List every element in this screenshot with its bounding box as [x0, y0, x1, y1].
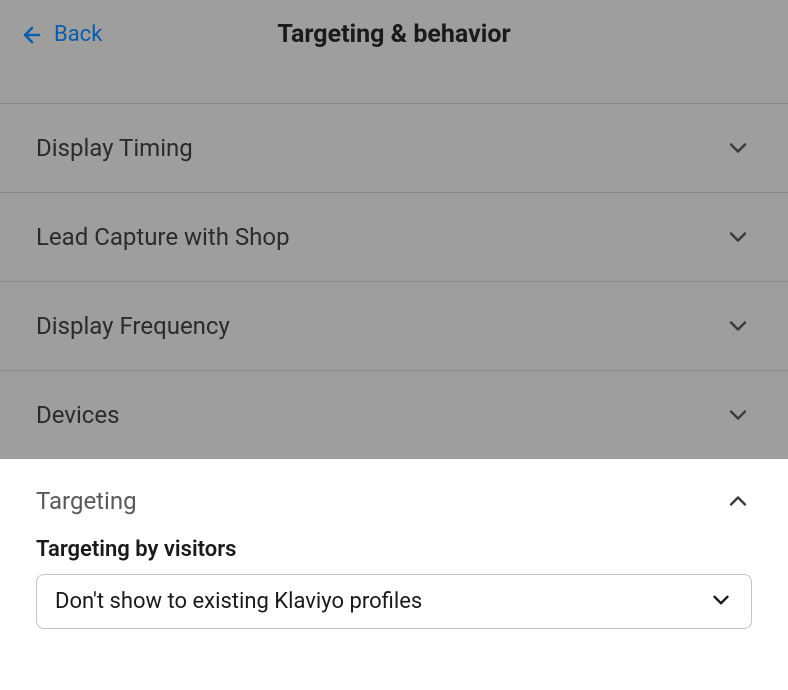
accordion-item-devices[interactable]: Devices: [0, 370, 788, 459]
field-label-targeting-visitors: Targeting by visitors: [36, 537, 752, 562]
accordion-label: Devices: [36, 401, 119, 429]
accordion-label: Lead Capture with Shop: [36, 223, 290, 251]
page-header: Back Targeting & behavior: [0, 0, 788, 103]
accordion-item-targeting[interactable]: Targeting: [0, 459, 788, 537]
back-button[interactable]: Back: [20, 22, 102, 47]
chevron-down-icon: [724, 134, 752, 162]
accordion-item-lead-capture[interactable]: Lead Capture with Shop: [0, 192, 788, 281]
dimmed-overlay-region: Back Targeting & behavior Display Timing…: [0, 0, 788, 459]
accordion-label: Targeting: [36, 487, 137, 515]
targeting-visitors-select[interactable]: Don't show to existing Klaviyo profiles: [36, 574, 752, 629]
targeting-content: Targeting by visitors Don't show to exis…: [0, 537, 788, 669]
select-value: Don't show to existing Klaviyo profiles: [55, 589, 422, 614]
page-title: Targeting & behavior: [277, 20, 510, 49]
arrow-left-icon: [20, 23, 44, 47]
chevron-down-icon: [724, 312, 752, 340]
chevron-down-icon: [724, 223, 752, 251]
accordion-item-display-timing[interactable]: Display Timing: [0, 103, 788, 192]
accordion-item-display-frequency[interactable]: Display Frequency: [0, 281, 788, 370]
active-section: Targeting Targeting by visitors Don't sh…: [0, 459, 788, 669]
accordion-label: Display Frequency: [36, 312, 230, 340]
chevron-up-icon: [724, 487, 752, 515]
chevron-down-icon: [724, 401, 752, 429]
back-label: Back: [54, 22, 102, 47]
accordion-label: Display Timing: [36, 134, 193, 162]
